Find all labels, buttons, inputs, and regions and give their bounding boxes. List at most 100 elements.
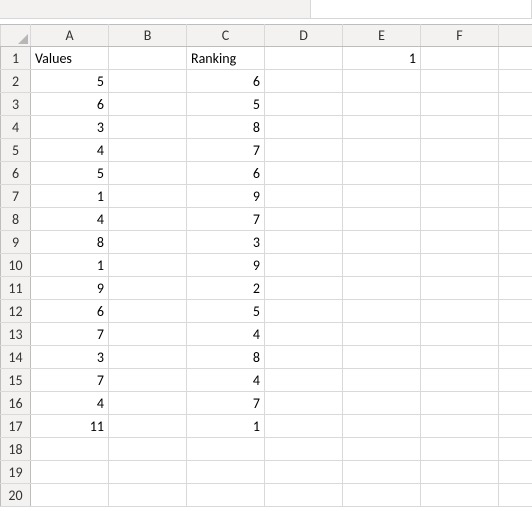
cell-D16[interactable]	[265, 392, 343, 415]
cell-A20[interactable]	[31, 484, 109, 507]
cell-F3[interactable]	[421, 93, 499, 116]
cell-partial-12[interactable]	[499, 300, 532, 323]
row-header-19[interactable]: 19	[1, 461, 31, 484]
cell-D4[interactable]	[265, 116, 343, 139]
cell-D18[interactable]	[265, 438, 343, 461]
row-header-3[interactable]: 3	[1, 93, 31, 116]
cell-B1[interactable]	[109, 47, 187, 70]
cell-C20[interactable]	[187, 484, 265, 507]
cell-partial-8[interactable]	[499, 208, 532, 231]
row-header-8[interactable]: 8	[1, 208, 31, 231]
cell-A16[interactable]: 4	[31, 392, 109, 415]
cell-A10[interactable]: 1	[31, 254, 109, 277]
cell-E3[interactable]	[343, 93, 421, 116]
cell-D11[interactable]	[265, 277, 343, 300]
cell-A1[interactable]: Values	[31, 47, 109, 70]
cell-A13[interactable]: 7	[31, 323, 109, 346]
cell-E16[interactable]	[343, 392, 421, 415]
cell-F16[interactable]	[421, 392, 499, 415]
cell-B4[interactable]	[109, 116, 187, 139]
row-header-12[interactable]: 12	[1, 300, 31, 323]
cell-D9[interactable]	[265, 231, 343, 254]
cell-F8[interactable]	[421, 208, 499, 231]
cell-F14[interactable]	[421, 346, 499, 369]
cell-partial-6[interactable]	[499, 162, 532, 185]
col-header-partial[interactable]	[499, 25, 532, 47]
cell-partial-2[interactable]	[499, 70, 532, 93]
cell-E13[interactable]	[343, 323, 421, 346]
cell-D3[interactable]	[265, 93, 343, 116]
cell-partial-20[interactable]	[499, 484, 532, 507]
cell-B8[interactable]	[109, 208, 187, 231]
cell-B19[interactable]	[109, 461, 187, 484]
cell-A14[interactable]: 3	[31, 346, 109, 369]
row-header-2[interactable]: 2	[1, 70, 31, 93]
row-header-1[interactable]: 1	[1, 47, 31, 70]
col-header-A[interactable]: A	[31, 25, 109, 47]
row-header-13[interactable]: 13	[1, 323, 31, 346]
cell-B11[interactable]	[109, 277, 187, 300]
cell-E20[interactable]	[343, 484, 421, 507]
cell-E9[interactable]	[343, 231, 421, 254]
row-header-6[interactable]: 6	[1, 162, 31, 185]
cell-D6[interactable]	[265, 162, 343, 185]
col-header-C[interactable]: C	[187, 25, 265, 47]
cell-F10[interactable]	[421, 254, 499, 277]
cell-D5[interactable]	[265, 139, 343, 162]
cell-C17[interactable]: 1	[187, 415, 265, 438]
cell-E10[interactable]	[343, 254, 421, 277]
cell-A11[interactable]: 9	[31, 277, 109, 300]
cell-B10[interactable]	[109, 254, 187, 277]
cell-D8[interactable]	[265, 208, 343, 231]
col-header-D[interactable]: D	[265, 25, 343, 47]
cell-B7[interactable]	[109, 185, 187, 208]
cell-A15[interactable]: 7	[31, 369, 109, 392]
cell-F5[interactable]	[421, 139, 499, 162]
cell-F9[interactable]	[421, 231, 499, 254]
cell-F2[interactable]	[421, 70, 499, 93]
cell-F11[interactable]	[421, 277, 499, 300]
cell-C14[interactable]: 8	[187, 346, 265, 369]
cell-partial-15[interactable]	[499, 369, 532, 392]
spreadsheet-grid[interactable]: A B C D E F 1ValuesRanking12563654385476…	[0, 24, 532, 507]
cell-E14[interactable]	[343, 346, 421, 369]
cell-B14[interactable]	[109, 346, 187, 369]
cell-F20[interactable]	[421, 484, 499, 507]
cell-E2[interactable]	[343, 70, 421, 93]
cell-C3[interactable]: 5	[187, 93, 265, 116]
cell-F13[interactable]	[421, 323, 499, 346]
cell-partial-5[interactable]	[499, 139, 532, 162]
cell-A6[interactable]: 5	[31, 162, 109, 185]
row-header-4[interactable]: 4	[1, 116, 31, 139]
cell-C12[interactable]: 5	[187, 300, 265, 323]
cell-C15[interactable]: 4	[187, 369, 265, 392]
select-all-corner[interactable]	[1, 25, 31, 47]
cell-F17[interactable]	[421, 415, 499, 438]
cell-F4[interactable]	[421, 116, 499, 139]
cell-A7[interactable]: 1	[31, 185, 109, 208]
cell-partial-11[interactable]	[499, 277, 532, 300]
cell-C5[interactable]: 7	[187, 139, 265, 162]
cell-partial-13[interactable]	[499, 323, 532, 346]
cell-E7[interactable]	[343, 185, 421, 208]
cell-partial-16[interactable]	[499, 392, 532, 415]
cell-D7[interactable]	[265, 185, 343, 208]
cell-B18[interactable]	[109, 438, 187, 461]
cell-E17[interactable]	[343, 415, 421, 438]
col-header-F[interactable]: F	[421, 25, 499, 47]
row-header-11[interactable]: 11	[1, 277, 31, 300]
cell-D20[interactable]	[265, 484, 343, 507]
row-header-18[interactable]: 18	[1, 438, 31, 461]
cell-F6[interactable]	[421, 162, 499, 185]
cell-partial-7[interactable]	[499, 185, 532, 208]
col-header-E[interactable]: E	[343, 25, 421, 47]
cell-partial-14[interactable]	[499, 346, 532, 369]
cell-E6[interactable]	[343, 162, 421, 185]
cell-partial-3[interactable]	[499, 93, 532, 116]
cell-F15[interactable]	[421, 369, 499, 392]
cell-A5[interactable]: 4	[31, 139, 109, 162]
formula-bar-input[interactable]	[310, 0, 532, 19]
cell-A8[interactable]: 4	[31, 208, 109, 231]
cell-C1[interactable]: Ranking	[187, 47, 265, 70]
cell-B5[interactable]	[109, 139, 187, 162]
